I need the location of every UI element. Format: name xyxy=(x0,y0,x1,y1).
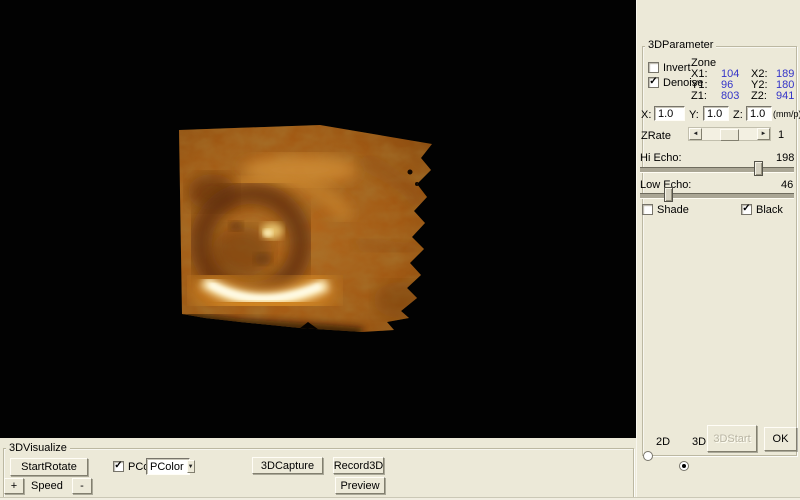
3dvisualize-group-title: 3DVisualize xyxy=(6,443,70,454)
hi-echo-slider-track[interactable] xyxy=(640,167,794,173)
zrate-label: ZRate xyxy=(641,130,671,142)
zone-z1-value: 803 xyxy=(721,90,739,102)
pcolor-dropdown[interactable]: PColor ▼ xyxy=(146,458,190,475)
mode-2d-radio[interactable] xyxy=(643,451,653,461)
black-checkbox[interactable]: ✓ xyxy=(741,204,752,215)
check-icon: ✓ xyxy=(114,462,122,470)
3dparameter-group-title: 3DParameter xyxy=(645,40,716,51)
zone-z1-label: Z1: xyxy=(691,90,707,102)
black-label: Black xyxy=(756,204,783,216)
mode-3d-label: 3D xyxy=(692,436,706,448)
low-echo-slider-thumb[interactable] xyxy=(664,187,673,202)
scale-x-label: X: xyxy=(641,109,651,121)
scale-z-label: Z: xyxy=(733,109,743,121)
pcolor-dropdown-value: PColor xyxy=(147,461,187,473)
start-rotate-button[interactable]: StartRotate xyxy=(10,458,88,476)
shade-checkbox[interactable] xyxy=(642,204,653,215)
parameter-panel: 3DParameter Invert ✓ Denoise Zone X1: 10… xyxy=(636,0,800,500)
ultrasound-volume-image xyxy=(0,0,636,438)
denoise-checkbox[interactable]: ✓ xyxy=(648,77,659,88)
hi-echo-value: 198 xyxy=(776,152,794,164)
check-icon: ✓ xyxy=(742,205,750,213)
zrate-scrollbar[interactable]: ◄ ► xyxy=(688,127,771,141)
hi-echo-slider-thumb[interactable] xyxy=(754,161,763,176)
preview-button[interactable]: Preview xyxy=(335,477,385,494)
scale-y-input[interactable] xyxy=(703,106,729,121)
check-icon: ✓ xyxy=(649,78,657,86)
zrate-scroll-left-icon[interactable]: ◄ xyxy=(689,128,702,140)
record3d-button[interactable]: Record3D xyxy=(333,457,384,474)
invert-label: Invert xyxy=(663,62,691,74)
scale-z-input[interactable] xyxy=(746,106,772,121)
chevron-down-icon[interactable]: ▼ xyxy=(187,460,195,473)
scale-y-label: Y: xyxy=(689,109,699,121)
mode-3d-radio[interactable] xyxy=(679,461,689,471)
3dstart-button[interactable]: 3DStart xyxy=(707,425,757,452)
3dcapture-button[interactable]: 3DCapture xyxy=(252,457,323,474)
ok-button[interactable]: OK xyxy=(764,427,797,451)
scale-x-input[interactable] xyxy=(654,106,685,121)
zone-z2-value: 941 xyxy=(776,90,794,102)
pcolor-checkbox[interactable]: ✓ xyxy=(113,461,124,472)
zrate-scroll-thumb[interactable] xyxy=(720,129,739,141)
app-window: 3DParameter Invert ✓ Denoise Zone X1: 10… xyxy=(0,0,800,500)
3d-viewport[interactable] xyxy=(0,0,636,438)
mode-2d-label: 2D xyxy=(656,436,670,448)
low-echo-value: 46 xyxy=(781,179,793,191)
speed-minus-button[interactable]: - xyxy=(72,478,92,494)
scale-unit-label: (mm/p) xyxy=(773,109,800,119)
shade-label: Shade xyxy=(657,204,689,216)
hi-echo-label: Hi Echo: xyxy=(640,152,682,164)
speed-label: Speed xyxy=(31,480,63,492)
invert-checkbox[interactable] xyxy=(648,62,659,73)
zrate-scroll-right-icon[interactable]: ► xyxy=(757,128,770,140)
speed-plus-button[interactable]: + xyxy=(4,478,24,494)
zrate-value: 1 xyxy=(778,129,784,141)
visualize-panel: 3DVisualize StartRotate + Speed - ✓ PCol… xyxy=(0,438,636,500)
zone-z2-label: Z2: xyxy=(751,90,767,102)
